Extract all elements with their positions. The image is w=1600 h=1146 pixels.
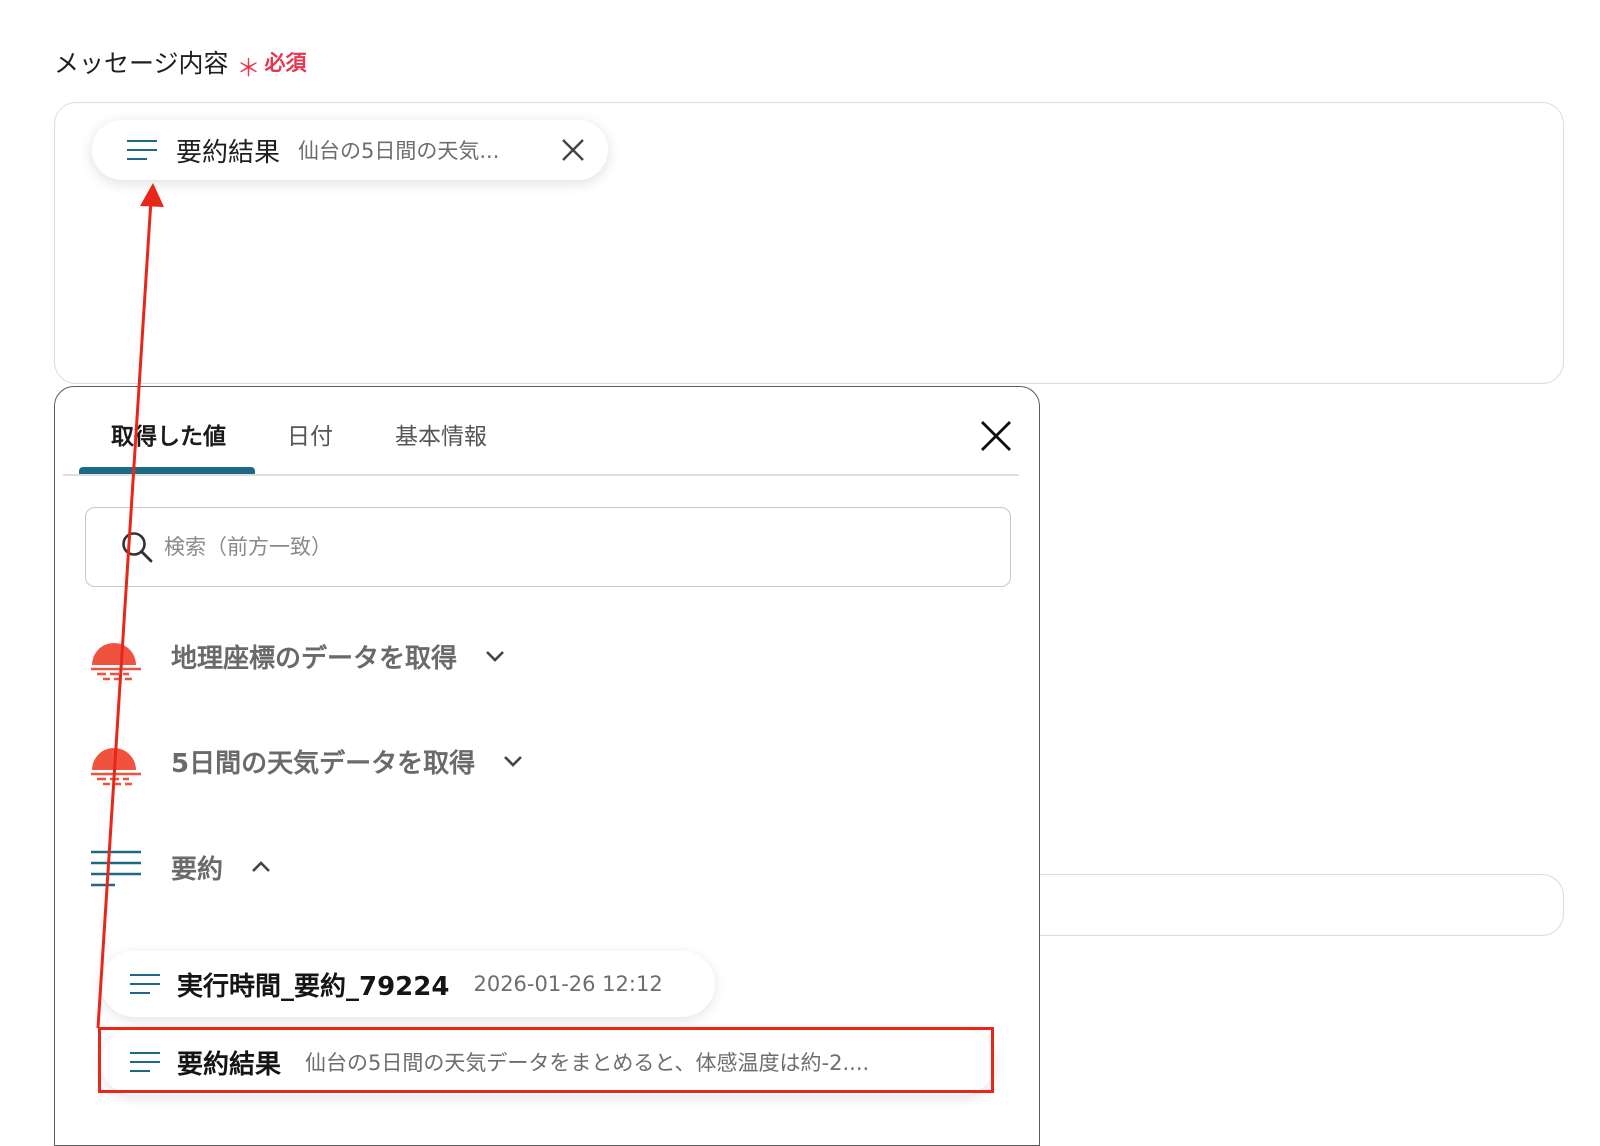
variable-picker-panel: 取得した値 日付 基本情報 地理座標のデータを取得 (54, 386, 1040, 1146)
lines-icon (130, 1052, 160, 1072)
item-value: 2026-01-26 12:12 (473, 972, 663, 996)
secondary-input-field[interactable] (1030, 874, 1564, 936)
chevron-down-icon (504, 756, 523, 767)
group-summary[interactable]: 要約 (89, 839, 273, 895)
field-label-row: メッセージ内容 ＊ 必須 (54, 44, 307, 82)
weather-sun-icon (91, 748, 141, 786)
chevron-up-icon (252, 861, 270, 872)
weather-sun-icon (91, 643, 141, 681)
field-label: メッセージ内容 (54, 49, 229, 78)
close-icon[interactable] (560, 137, 586, 163)
list-item[interactable]: 実行時間_要約_79224 2026-01-26 12:12 (101, 951, 715, 1017)
required-asterisk: ＊ (236, 53, 261, 82)
item-value: 仙台の5日間の天気データをまとめると、体感温度は約-2.... (305, 1051, 870, 1075)
active-tab-indicator (79, 467, 255, 474)
tab-date[interactable]: 日付 (287, 417, 333, 451)
group-label: 5日間の天気データを取得 (171, 748, 476, 779)
chip-value: 仙台の5日間の天気... (298, 139, 500, 163)
lines-icon (91, 850, 141, 887)
chevron-down-icon (486, 651, 504, 662)
picker-tabs: 取得した値 日付 基本情報 (55, 387, 1039, 476)
lines-icon (130, 974, 160, 994)
group-geo-coordinates[interactable]: 地理座標のデータを取得 (89, 628, 507, 684)
search-icon (122, 532, 153, 563)
search-field[interactable] (85, 507, 1011, 587)
lines-icon (127, 140, 157, 160)
chip-title: 要約結果 (176, 137, 281, 168)
close-icon[interactable] (979, 419, 1013, 453)
list-item[interactable]: 要約結果 仙台の5日間の天気データをまとめると、体感温度は約-2.... (101, 1029, 995, 1095)
search-input[interactable] (162, 534, 966, 560)
tab-acquired-values[interactable]: 取得した値 (111, 417, 226, 451)
group-5day-weather[interactable]: 5日間の天気データを取得 (89, 733, 525, 789)
tab-basic-info[interactable]: 基本情報 (395, 417, 487, 451)
item-title: 要約結果 (177, 1049, 282, 1080)
inserted-variable-chip[interactable]: 要約結果 仙台の5日間の天気... (92, 120, 608, 180)
group-label: 要約 (171, 854, 224, 885)
item-title: 実行時間_要約_79224 (177, 971, 450, 1002)
tabs-divider (63, 474, 1019, 476)
group-label: 地理座標のデータを取得 (171, 643, 458, 674)
required-label: 必須 (264, 51, 307, 75)
